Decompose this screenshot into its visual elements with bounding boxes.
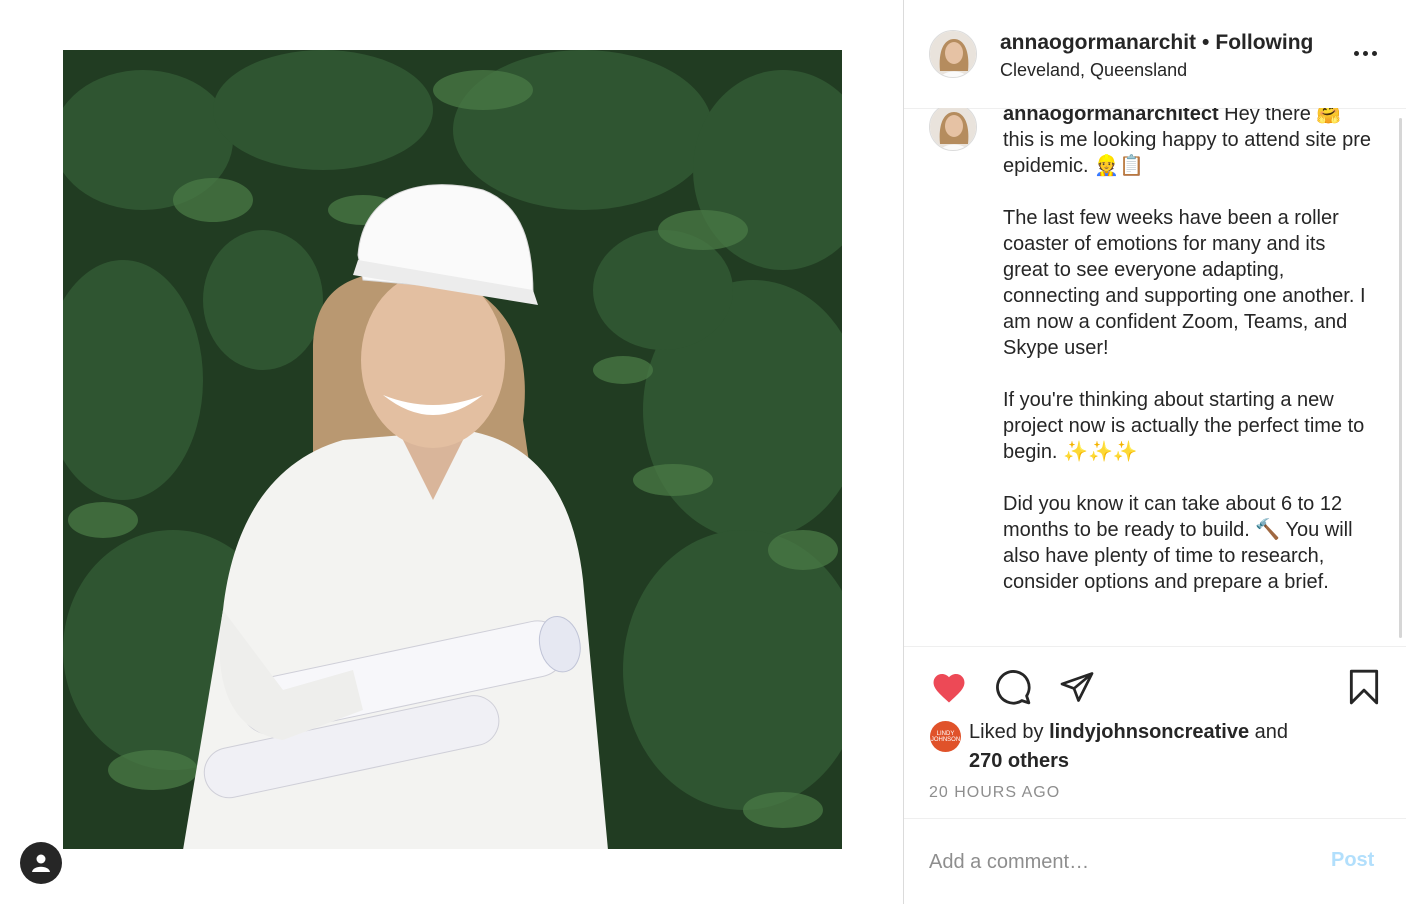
post-caption: annaogormanarchitect Hey there 🤗 this is…	[1003, 108, 1375, 595]
comments-section[interactable]: annaogormanarchitect Hey there 🤗 this is…	[904, 108, 1394, 640]
caption-author-avatar[interactable]	[929, 108, 977, 151]
share-icon[interactable]	[1057, 667, 1097, 707]
post-timestamp[interactable]: 20 HOURS AGO	[929, 784, 1060, 802]
likes-summary: Liked by lindyjohnsoncreative and 270 oth…	[969, 718, 1359, 776]
liker-avatar[interactable]: LINDY JOHNSON	[930, 721, 961, 752]
comments-scrollbar[interactable]	[1399, 118, 1402, 638]
others-count-link[interactable]: 270 others	[969, 750, 1069, 772]
more-options-icon[interactable]	[1354, 45, 1382, 61]
post-header: annaogormanarchit • Following Cleveland, Q…	[904, 0, 1406, 109]
media-pane	[0, 0, 903, 904]
caption-author[interactable]: annaogormanarchitect	[1003, 108, 1219, 125]
comment-composer: Post	[904, 818, 1406, 905]
username-text[interactable]: annaogormanarchit	[1000, 31, 1196, 54]
post-actions: LINDY JOHNSON Liked by lindyjohnsoncreat…	[904, 646, 1406, 819]
tagged-user-icon[interactable]	[20, 842, 62, 884]
caption-text: Hey there 🤗 this is me looking happy to …	[1003, 108, 1371, 593]
likes-connector: and	[1249, 721, 1289, 743]
post-sidebar: annaogormanarchit • Following Cleveland, Q…	[903, 0, 1406, 904]
separator-dot: •	[1202, 31, 1210, 54]
bookmark-icon[interactable]	[1344, 667, 1384, 707]
post-photo[interactable]	[63, 50, 842, 849]
following-button[interactable]: Following	[1215, 31, 1313, 54]
heart-icon[interactable]	[929, 667, 969, 707]
author-username[interactable]: annaogormanarchit • Following	[1000, 31, 1313, 55]
post-comment-button[interactable]: Post	[1331, 849, 1374, 872]
liker-username[interactable]: lindyjohnsoncreative	[1049, 721, 1249, 743]
comment-input[interactable]	[929, 847, 1309, 877]
post-location[interactable]: Cleveland, Queensland	[1000, 60, 1187, 81]
author-avatar[interactable]	[929, 30, 977, 78]
comment-icon[interactable]	[993, 667, 1033, 707]
likes-prefix: Liked by	[969, 721, 1050, 743]
